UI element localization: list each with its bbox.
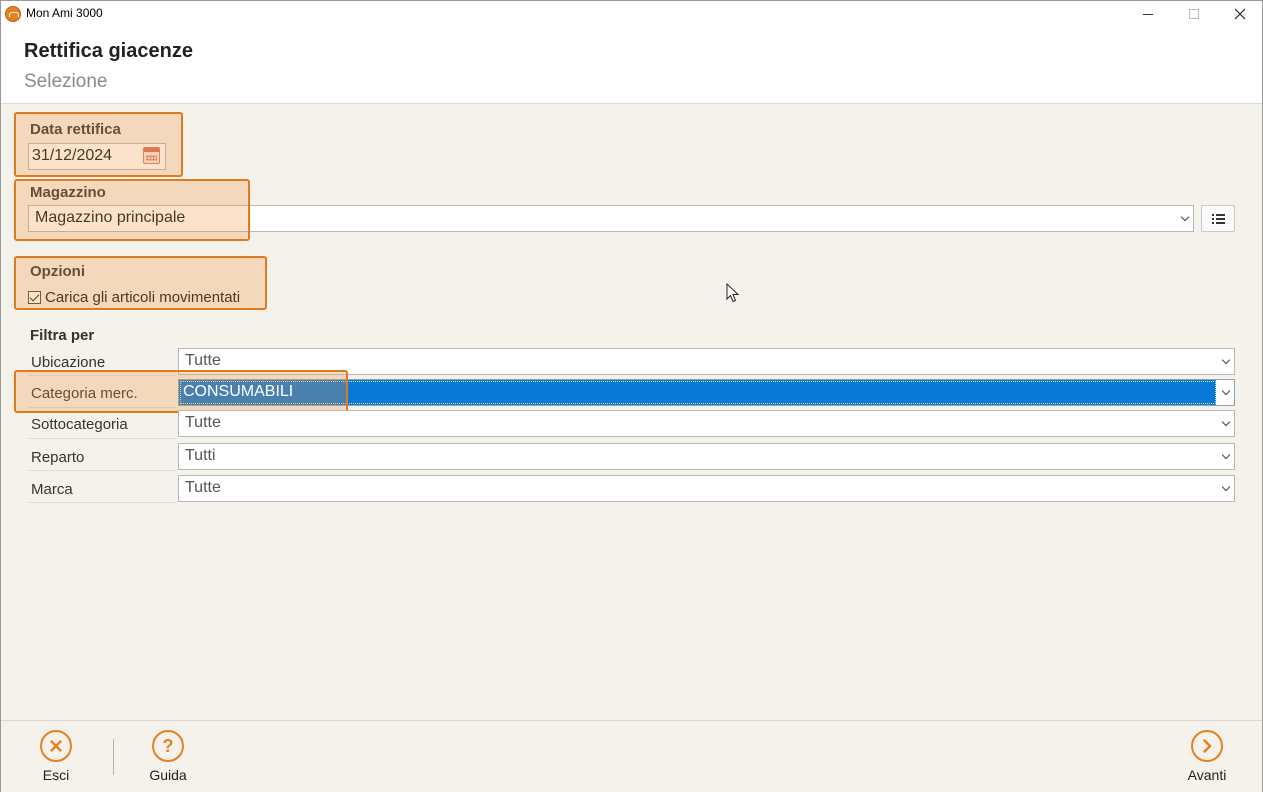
sottocategoria-select[interactable]: Tutte xyxy=(178,410,1235,437)
avanti-label: Avanti xyxy=(1187,767,1227,783)
close-icon xyxy=(1234,8,1246,20)
avanti-button[interactable]: Avanti xyxy=(1177,730,1237,788)
row-divider xyxy=(28,375,176,376)
filter-label-categoria: Categoria merc. xyxy=(31,385,138,402)
ubicazione-select[interactable]: Tutte xyxy=(178,348,1235,375)
calendar-icon[interactable] xyxy=(143,147,160,164)
minimize-button[interactable] xyxy=(1125,1,1171,27)
filter-label-reparto: Reparto xyxy=(31,449,85,466)
row-divider xyxy=(28,470,176,471)
opzioni-label: Opzioni xyxy=(30,263,85,280)
chevron-down-icon xyxy=(1222,357,1230,365)
window-title: Mon Ami 3000 xyxy=(26,6,103,20)
esci-button[interactable]: Esci xyxy=(26,730,86,788)
magazzino-value: Magazzino principale xyxy=(35,209,186,226)
guida-label: Guida xyxy=(149,767,187,783)
row-divider xyxy=(28,438,176,439)
arrow-right-circle-icon xyxy=(1191,730,1223,762)
magazzino-label: Magazzino xyxy=(30,184,106,201)
close-window-button[interactable] xyxy=(1217,1,1263,27)
maximize-icon xyxy=(1189,9,1199,19)
filter-label-marca: Marca xyxy=(31,481,73,498)
data-rettifica-label: Data rettifica xyxy=(30,121,121,138)
guida-button[interactable]: ? Guida xyxy=(138,730,198,788)
marca-value: Tutte xyxy=(185,479,221,496)
page-title: Rettifica giacenze xyxy=(24,40,193,62)
minimize-icon xyxy=(1143,13,1153,15)
chevron-down-icon xyxy=(1181,214,1189,222)
chevron-down-icon xyxy=(1222,484,1230,492)
filtra-per-label: Filtra per xyxy=(30,327,95,344)
magazzino-list-button[interactable] xyxy=(1201,205,1235,232)
page-header: Rettifica giacenze Selezione xyxy=(1,27,1262,104)
categoria-select[interactable]: CONSUMABILI xyxy=(178,379,1235,406)
help-circle-icon: ? xyxy=(152,730,184,762)
chevron-down-icon xyxy=(1222,419,1230,427)
app-window: Mon Ami 3000 Rettifica giacenze Selezion… xyxy=(0,0,1263,792)
maximize-button[interactable] xyxy=(1171,1,1217,27)
carica-articoli-checkbox[interactable] xyxy=(28,291,41,304)
footer-toolbar: Esci ? Guida Avanti xyxy=(1,720,1262,792)
filter-label-ubicazione: Ubicazione xyxy=(31,354,106,371)
mouse-cursor-icon xyxy=(726,283,740,303)
reparto-value: Tutti xyxy=(185,447,216,464)
marca-select[interactable]: Tutte xyxy=(178,475,1235,502)
row-divider xyxy=(28,407,176,408)
sottocategoria-value: Tutte xyxy=(185,414,221,431)
magazzino-select[interactable]: Magazzino principale xyxy=(28,205,1194,232)
esci-label: Esci xyxy=(42,767,70,783)
filter-label-sottocategoria: Sottocategoria xyxy=(31,416,128,433)
reparto-select[interactable]: Tutti xyxy=(178,443,1235,470)
selection-highlight xyxy=(180,381,1216,404)
app-logo-icon xyxy=(5,6,21,22)
row-divider xyxy=(28,502,176,503)
ubicazione-value: Tutte xyxy=(185,352,221,369)
close-circle-icon xyxy=(40,730,72,762)
footer-separator xyxy=(113,739,114,775)
page-subtitle: Selezione xyxy=(24,71,108,92)
chevron-down-icon xyxy=(1222,388,1230,396)
chevron-down-icon xyxy=(1222,452,1230,460)
categoria-value: CONSUMABILI xyxy=(183,383,294,400)
dropdown-button[interactable] xyxy=(1216,380,1234,405)
carica-articoli-label[interactable]: Carica gli articoli movimentati xyxy=(45,289,240,306)
title-bar: Mon Ami 3000 xyxy=(1,1,1262,27)
